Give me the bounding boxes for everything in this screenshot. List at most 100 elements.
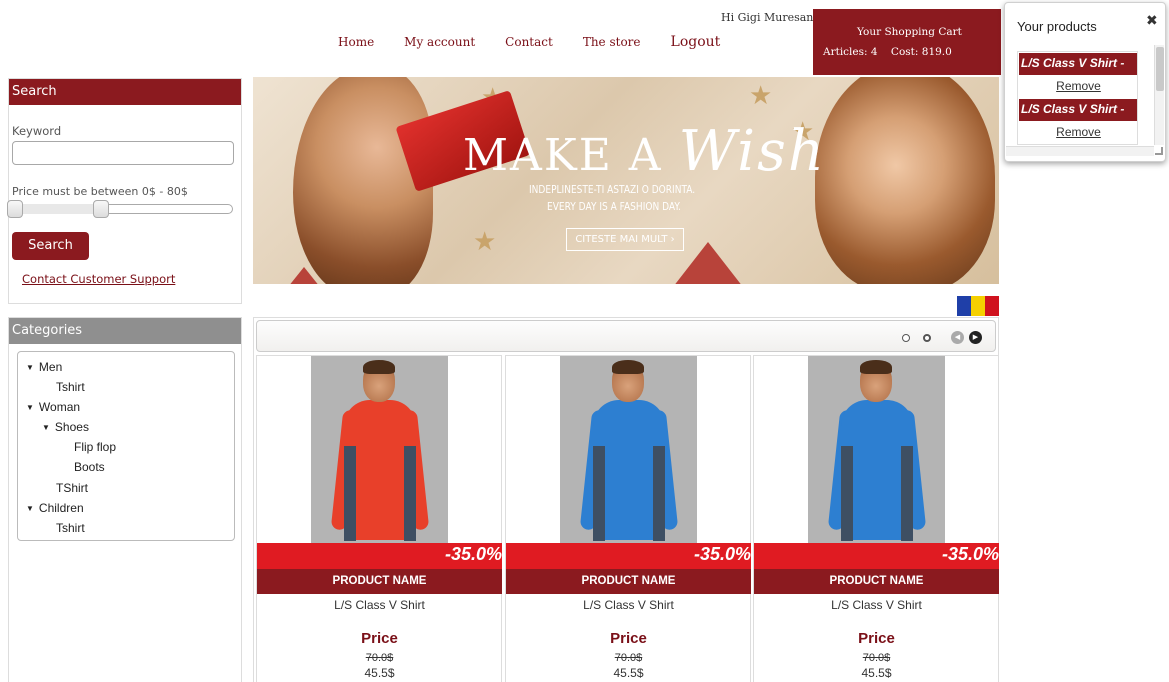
model-hair: [363, 360, 395, 374]
remove-link[interactable]: Remove: [1018, 125, 1137, 139]
category-label: Tshirt: [56, 380, 85, 394]
popup-horizontal-scrollbar[interactable]: [1006, 146, 1154, 156]
price-range-label: Price must be between 0$ - 80$: [12, 185, 188, 198]
caret-down-icon[interactable]: ▼: [26, 403, 34, 412]
product-card[interactable]: -35.0% PRODUCT NAME L/S Class V Shirt Pr…: [753, 355, 999, 682]
product-name-header: PRODUCT NAME: [506, 569, 751, 594]
new-price: 45.5$: [364, 666, 395, 680]
product-name[interactable]: L/S Class V Shirt: [506, 598, 751, 612]
caret-down-icon[interactable]: ▼: [42, 423, 50, 432]
main-nav: Home My account Contact The store Logout: [338, 33, 720, 51]
popup-product-name[interactable]: L/S Class V Shirt -: [1018, 98, 1137, 122]
price-label: Price: [858, 630, 895, 647]
old-price: 70.0$: [614, 652, 643, 664]
category-label: Men: [38, 360, 63, 374]
caret-down-icon[interactable]: ▼: [26, 363, 34, 372]
caret-down-icon[interactable]: ▼: [26, 504, 34, 513]
price-slider-max-handle[interactable]: [93, 200, 109, 218]
cart-cost: Cost: 819.0: [890, 46, 952, 58]
star-icon: ★: [749, 81, 773, 111]
categories-panel-title: Categories: [9, 318, 241, 344]
popup-product-list: L/S Class V Shirt - Remove L/S Class V S…: [1017, 51, 1138, 145]
shirt-side-panel: [404, 446, 416, 541]
shirt-side-panel: [344, 446, 356, 541]
new-price: 45.5$: [861, 666, 892, 680]
price-label: Price: [610, 630, 647, 647]
romanian-flag-icon[interactable]: [957, 296, 999, 316]
category-woman[interactable]: ▼ Woman: [26, 400, 80, 414]
nav-home-link[interactable]: Home: [338, 35, 374, 49]
resize-grip-icon[interactable]: [1155, 147, 1163, 155]
banner-read-more-button[interactable]: CITESTE MAI MULT ›: [566, 228, 684, 251]
category-boots[interactable]: Boots: [74, 460, 105, 474]
product-carousel: ◀ ▶ -35.0% PRODUCT NAME L/S Class V Shir…: [253, 317, 999, 682]
banner-headline-b: Wish: [678, 119, 826, 184]
banner-subline-1: INDEPLINESTE-TI ASTAZI O DORINTA.: [529, 184, 696, 196]
popup-product-name[interactable]: L/S Class V Shirt -: [1018, 52, 1137, 76]
promo-banner[interactable]: ★ ★ ★ ★ MAKE A Wish INDEPLINESTE-TI ASTA…: [253, 77, 999, 284]
shirt-side-panel: [593, 446, 605, 541]
discount-value: -35.0%: [941, 544, 999, 564]
category-label: Shoes: [54, 420, 89, 434]
flag-stripe: [957, 296, 971, 316]
search-button[interactable]: Search: [12, 232, 89, 260]
product-card[interactable]: -35.0% PRODUCT NAME L/S Class V Shirt Pr…: [256, 355, 502, 682]
carousel-next-icon[interactable]: ▶: [969, 331, 982, 344]
product-image[interactable]: [311, 356, 448, 543]
product-name[interactable]: L/S Class V Shirt: [754, 598, 999, 612]
shopping-cart-box[interactable]: Your Shopping Cart Articles: 4 Cost: 819…: [813, 9, 1001, 75]
category-label: Children: [38, 501, 84, 515]
price-label: Price: [361, 630, 398, 647]
model-hair: [612, 360, 644, 374]
category-shoes[interactable]: ▼ Shoes: [42, 420, 89, 434]
category-label: Woman: [38, 400, 81, 414]
product-name-header: PRODUCT NAME: [754, 569, 999, 594]
contact-support-link[interactable]: Contact Customer Support: [22, 272, 175, 286]
category-children[interactable]: ▼ Children: [26, 501, 84, 515]
product-image[interactable]: [808, 356, 945, 543]
old-price: 70.0$: [365, 652, 394, 664]
nav-logout-link[interactable]: Logout: [671, 34, 721, 50]
price-slider-min-handle[interactable]: [7, 200, 23, 218]
scrollbar-thumb[interactable]: [1156, 47, 1164, 91]
price-slider-range: [16, 204, 102, 214]
flag-stripe: [985, 296, 999, 316]
banner-headline: MAKE A Wish: [463, 119, 826, 184]
category-men-tshirt[interactable]: Tshirt: [56, 380, 85, 394]
remove-link[interactable]: Remove: [1018, 79, 1137, 93]
discount-value: -35.0%: [444, 544, 502, 564]
old-price: 70.0$: [862, 652, 891, 664]
discount-value: -35.0%: [693, 544, 751, 564]
model-hair: [860, 360, 892, 374]
product-image[interactable]: [560, 356, 697, 543]
banner-subline-2: EVERY DAY IS A FASHION DAY.: [547, 201, 681, 213]
category-tree: ▼ Men Tshirt ▼ Woman ▼ Shoes Flip flop Boot…: [17, 351, 235, 541]
cart-articles-count: Articles: 4: [823, 46, 878, 58]
cart-summary: Articles: 4 Cost: 819.0: [823, 46, 962, 58]
product-card[interactable]: -35.0% PRODUCT NAME L/S Class V Shirt Pr…: [505, 355, 751, 682]
category-woman-tshirt[interactable]: TShirt: [56, 481, 88, 495]
category-children-tshirt[interactable]: Tshirt: [56, 521, 85, 535]
nav-store-link[interactable]: The store: [583, 35, 641, 49]
category-label: Tshirt: [56, 521, 85, 535]
categories-panel: Categories ▼ Men Tshirt ▼ Woman ▼ Shoes Fli…: [8, 317, 242, 682]
new-price: 45.5$: [613, 666, 644, 680]
nav-contact-link[interactable]: Contact: [505, 35, 553, 49]
category-flip-flop[interactable]: Flip flop: [74, 440, 116, 454]
close-icon[interactable]: ✖: [1146, 13, 1158, 29]
carousel-prev-icon[interactable]: ◀: [951, 331, 964, 344]
popup-title: Your products: [1017, 19, 1097, 34]
discount-badge: -35.0%: [257, 543, 502, 569]
keyword-input[interactable]: [12, 141, 234, 165]
popup-product-item: L/S Class V Shirt - Remove: [1018, 98, 1137, 144]
category-men[interactable]: ▼ Men: [26, 360, 62, 374]
shirt-side-panel: [901, 446, 913, 541]
search-panel-title: Search: [9, 79, 241, 105]
category-label: TShirt: [56, 481, 89, 495]
carousel-page-dot[interactable]: [902, 334, 910, 342]
carousel-page-dot-active[interactable]: [923, 334, 931, 342]
nav-my-account-link[interactable]: My account: [404, 35, 475, 49]
product-name[interactable]: L/S Class V Shirt: [257, 598, 502, 612]
popup-vertical-scrollbar[interactable]: [1154, 45, 1164, 145]
keyword-label: Keyword: [12, 124, 62, 138]
